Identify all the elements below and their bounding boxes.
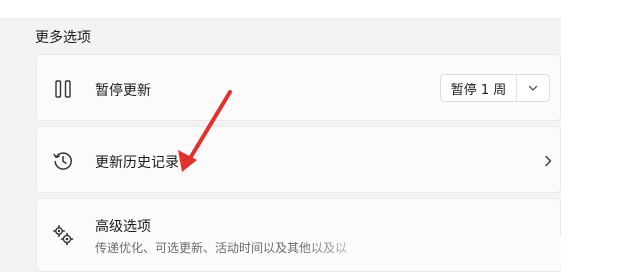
fade-overlay: [300, 236, 561, 268]
pause-updates-label: 暂停更新: [95, 83, 151, 99]
pause-icon: [51, 77, 75, 101]
history-icon: [51, 149, 75, 173]
advanced-options-label: 高级选项: [95, 219, 151, 235]
settings-panel: 更多选项 暂停更新 暂停 1 周 更新历史记录 高级选项 传递优化、可选更新、活…: [0, 18, 561, 272]
update-history-label: 更新历史记录: [95, 155, 179, 171]
pause-duration-value: 暂停 1 周: [450, 82, 507, 98]
pause-updates-row: 暂停更新 暂停 1 周: [36, 54, 561, 121]
update-history-row[interactable]: 更新历史记录: [36, 126, 561, 193]
gears-icon: [51, 223, 75, 247]
section-title: 更多选项: [35, 30, 91, 46]
chevron-right-icon[interactable]: [541, 153, 555, 167]
pause-duration-dropdown[interactable]: 暂停 1 周: [440, 74, 550, 102]
chevron-down-icon[interactable]: [517, 82, 549, 94]
